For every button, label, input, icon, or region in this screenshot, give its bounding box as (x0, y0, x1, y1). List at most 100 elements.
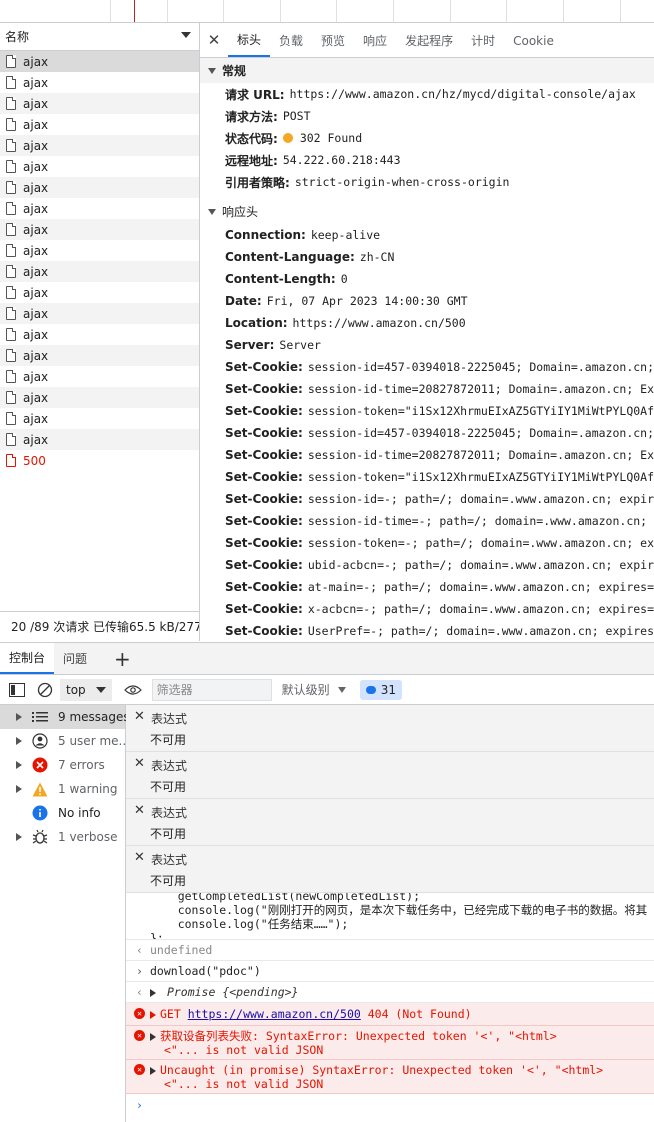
response-headers-section-header[interactable]: 响应头 (200, 199, 654, 224)
request-row[interactable]: ajax (0, 261, 199, 282)
close-icon[interactable]: ✕ (200, 23, 228, 57)
request-row[interactable]: ajax (0, 240, 199, 261)
expand-triangle-icon[interactable] (150, 1010, 156, 1019)
close-icon[interactable]: ✕ (134, 709, 145, 724)
live-expression-eye-icon[interactable] (122, 679, 144, 701)
add-tab-icon[interactable]: + (114, 647, 131, 671)
header-key: Set-Cookie: (225, 382, 303, 396)
request-row[interactable]: ajax (0, 51, 199, 72)
request-row[interactable]: ajax (0, 282, 199, 303)
expand-triangle-icon[interactable] (150, 988, 156, 997)
request-row[interactable]: ajax (0, 177, 199, 198)
request-row[interactable]: ajax (0, 387, 199, 408)
request-list-pane: 名称 ajax ajax ajax ajax ajax ajax ajax ajax ajax a… (0, 23, 200, 641)
request-row[interactable]: ajax (0, 408, 199, 429)
request-row[interactable]: ajax (0, 114, 199, 135)
live-expression-value: 不可用 (150, 780, 187, 794)
header-key: Set-Cookie: (225, 492, 303, 506)
tab-headers[interactable]: 标头 (228, 24, 271, 57)
name-column-header[interactable]: 名称 (0, 23, 199, 51)
bug-icon (32, 829, 48, 845)
tab-console[interactable]: 控制台 (0, 643, 55, 674)
request-row[interactable]: ajax (0, 135, 199, 156)
request-row[interactable]: ajax (0, 198, 199, 219)
header-row: Set-Cookie: session-token="i1Sx12XhrmuEIx… (200, 466, 654, 488)
tab-response[interactable]: 响应 (354, 24, 396, 57)
tab-cookie[interactable]: Cookie (504, 24, 563, 57)
sidebar-item-verbose[interactable]: 1 verbose (0, 825, 125, 849)
sidebar-toggle-icon[interactable] (6, 679, 28, 701)
console-prompt[interactable]: › (126, 1094, 654, 1118)
return-arrow-icon: ‹ (136, 943, 143, 957)
return-arrow-icon: ‹ (136, 985, 143, 999)
request-row[interactable]: ajax (0, 72, 199, 93)
error-message-404[interactable]: ✕ GET https://www.amazon.cn/500 404 (Not… (126, 1003, 654, 1026)
close-icon[interactable]: ✕ (134, 850, 145, 865)
request-row[interactable]: ajax (0, 219, 199, 240)
sidebar-item-warnings[interactable]: 1 warning (0, 777, 125, 801)
request-row[interactable]: ajax (0, 93, 199, 114)
header-row: Server: Server (200, 334, 654, 356)
header-value: session-id=457-0394018-2225045; Domain=.… (307, 360, 654, 374)
header-key: Set-Cookie: (225, 624, 303, 638)
live-expression-label: 表达式 (151, 853, 188, 867)
status-redirect-icon (282, 133, 293, 143)
header-key: Content-Length: (225, 272, 336, 286)
request-name: ajax (23, 75, 49, 90)
error-message-uncaught[interactable]: ✕ Uncaught (in promise) SyntaxError: Une… (126, 1060, 654, 1094)
close-icon[interactable]: ✕ (134, 803, 145, 818)
sidebar-item-errors[interactable]: 7 errors (0, 753, 125, 777)
close-icon[interactable]: ✕ (134, 756, 145, 771)
log-levels-dropdown[interactable]: 默认级别 (282, 681, 346, 698)
general-section-header[interactable]: 常规 (200, 58, 654, 83)
sidebar-item-messages[interactable]: 9 messages (0, 705, 130, 729)
context-selector[interactable]: top (60, 678, 112, 701)
expand-triangle-icon (16, 833, 22, 841)
request-row[interactable]: ajax (0, 156, 199, 177)
header-key: 远程地址: (225, 153, 278, 168)
live-expression[interactable]: ✕ 表达式 不可用 (126, 799, 654, 846)
live-expression[interactable]: ✕ 表达式 不可用 (126, 846, 654, 893)
header-row: Date: Fri, 07 Apr 2023 14:00:30 GMT (200, 290, 654, 312)
expand-triangle-icon[interactable] (150, 1032, 156, 1041)
document-icon (6, 55, 16, 68)
request-row[interactable]: ajax (0, 324, 199, 345)
header-row: Set-Cookie: at-main=-; path=/; domain=.ww… (200, 576, 654, 598)
promise-result-line[interactable]: ‹ Promise {<pending>} (126, 982, 654, 1003)
tab-initiator[interactable]: 发起程序 (396, 24, 462, 57)
expand-triangle-icon (16, 785, 22, 793)
issues-count-badge[interactable]: 31 (359, 679, 402, 700)
general-section-title: 常规 (222, 64, 247, 78)
clear-console-icon[interactable] (34, 679, 56, 701)
live-expression[interactable]: ✕ 表达式 不可用 (126, 705, 654, 752)
header-row: Set-Cookie: session-id=457-0394018-222504… (200, 356, 654, 378)
sidebar-item-user-messages[interactable]: 5 user me... (0, 729, 130, 753)
request-row[interactable]: ajax (0, 303, 199, 324)
request-row[interactable]: 500 (0, 450, 199, 471)
header-value: 0 (340, 272, 348, 286)
tab-timing[interactable]: 计时 (462, 24, 504, 57)
tab-payload[interactable]: 负载 (270, 24, 312, 57)
request-row[interactable]: ajax (0, 345, 199, 366)
request-name: ajax (23, 327, 49, 342)
expand-triangle-icon[interactable] (150, 1066, 156, 1075)
filter-input[interactable]: 筛选器 (151, 678, 272, 701)
document-icon (6, 265, 16, 278)
waterfall-overview[interactable] (0, 0, 654, 23)
document-icon (6, 286, 16, 299)
header-value: 302 Found (299, 131, 363, 145)
request-row[interactable]: ajax (0, 366, 199, 387)
live-expression[interactable]: ✕ 表达式 不可用 (126, 752, 654, 799)
live-expression-label: 表达式 (151, 712, 188, 726)
sidebar-item-info[interactable]: No info (0, 801, 125, 825)
tab-preview[interactable]: 预览 (312, 24, 354, 57)
tab-issues[interactable]: 问题 (54, 643, 96, 674)
general-fields: 请求 URL: https://www.amazon.cn/hz/mycd/dig… (200, 83, 654, 193)
header-key: Location: (225, 316, 288, 330)
chevron-down-icon[interactable] (181, 32, 191, 38)
request-name: ajax (23, 180, 49, 195)
error-url-link[interactable]: https://www.amazon.cn/500 (188, 1007, 361, 1021)
error-message-device-list[interactable]: ✕ 获取设备列表失败: SyntaxError: Unexpected toke… (126, 1026, 654, 1060)
header-row: Set-Cookie: session-id-time=-; path=/; do… (200, 510, 654, 532)
request-row[interactable]: ajax (0, 429, 199, 450)
